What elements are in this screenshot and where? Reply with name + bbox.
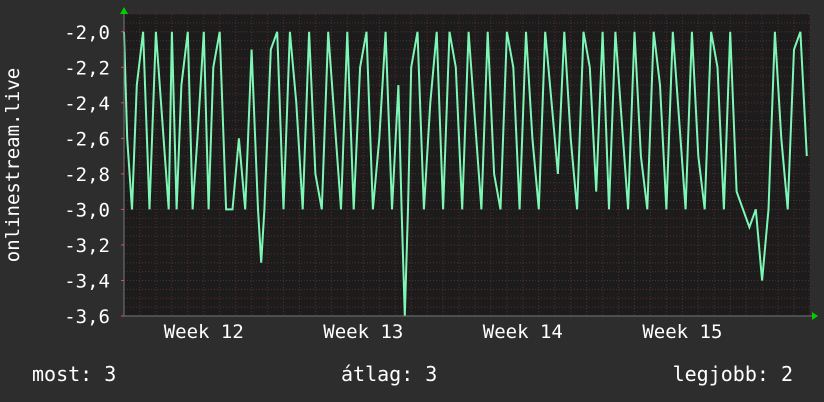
stat-average: átlag: 3 bbox=[341, 362, 438, 386]
y-tick-label: -3,0 bbox=[64, 199, 110, 221]
y-axis-label: onlinestream.live bbox=[2, 68, 24, 262]
stat-current: most: 3 bbox=[32, 362, 117, 386]
x-axis-arrow-icon bbox=[812, 312, 818, 320]
y-tick-label: -2,0 bbox=[64, 22, 110, 44]
y-axis-arrow-icon bbox=[120, 7, 128, 14]
y-tick-label: -3,2 bbox=[64, 235, 110, 257]
chart-canvas: -2,0 -2,2 -2,4 -2,6 -2,8 -3,0 -3,2 -3,4 -3,6 Wee… bbox=[2, 7, 818, 343]
stat-best: legjobb: 2 bbox=[672, 362, 793, 386]
y-tick-label: -2,8 bbox=[64, 164, 110, 186]
y-tick-label: -2,2 bbox=[64, 57, 110, 79]
y-tick-label: -3,6 bbox=[64, 306, 110, 328]
x-tick-label: Week 14 bbox=[483, 321, 563, 343]
x-tick-label: Week 12 bbox=[164, 321, 244, 343]
y-tick-label: -2,6 bbox=[64, 128, 110, 150]
y-tick-label: -2,4 bbox=[64, 93, 110, 115]
x-tick-label: Week 13 bbox=[323, 321, 403, 343]
x-tick-label: Week 15 bbox=[642, 321, 722, 343]
x-axis-ticks: Week 12 Week 13 Week 14 Week 15 bbox=[164, 321, 723, 343]
y-tick-label: -3,4 bbox=[64, 270, 110, 292]
y-axis-ticks: -2,0 -2,2 -2,4 -2,6 -2,8 -3,0 -3,2 -3,4 -3,6 bbox=[64, 22, 124, 328]
